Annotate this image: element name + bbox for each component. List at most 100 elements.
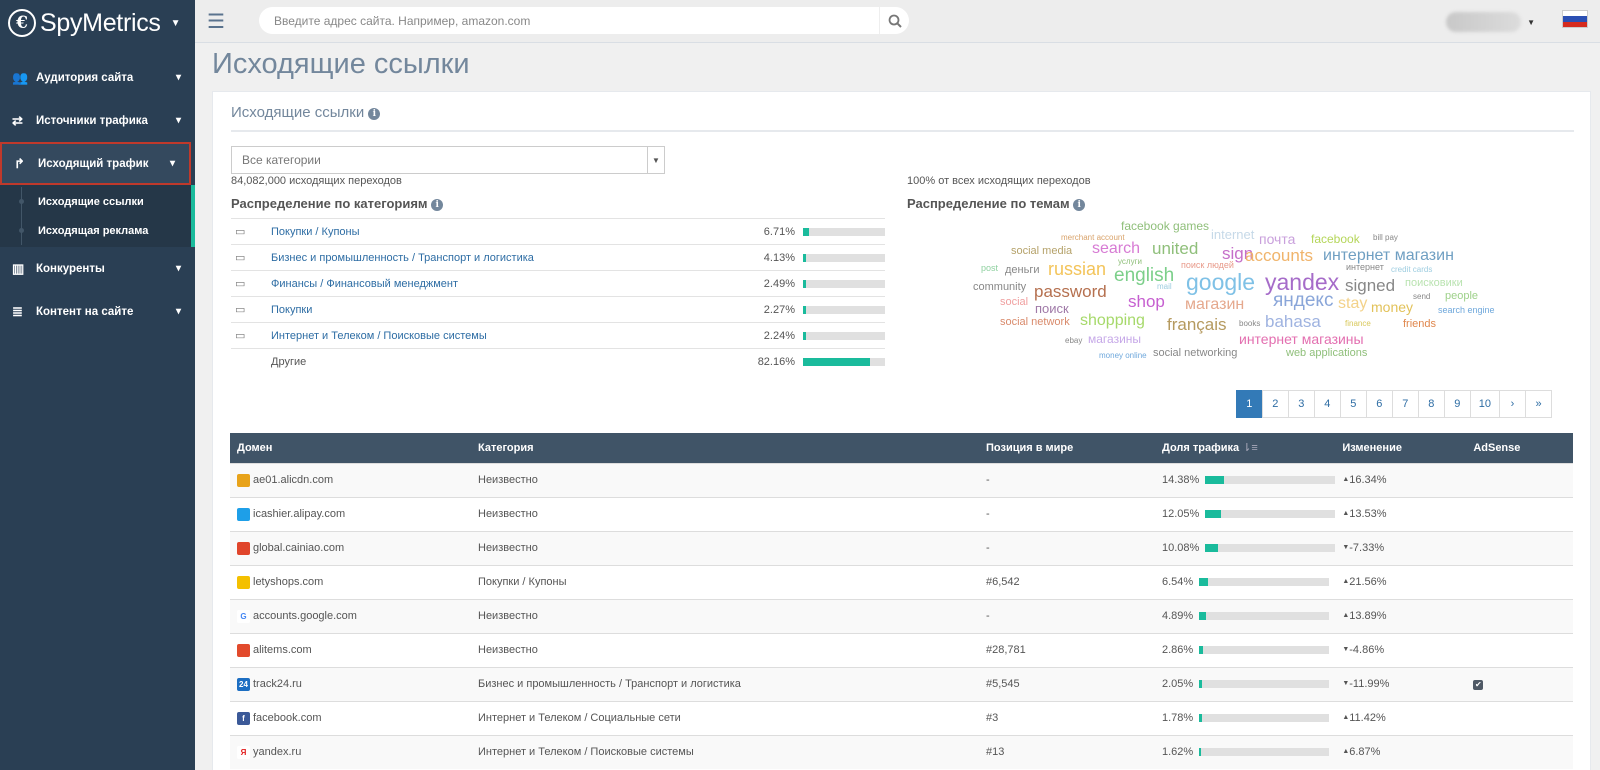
favicon-icon xyxy=(237,541,250,555)
category-bar-fill xyxy=(803,305,807,314)
page-button[interactable]: 9 xyxy=(1443,390,1471,418)
page-button[interactable]: 7 xyxy=(1391,390,1419,418)
word-cloud-term: mail xyxy=(1157,282,1172,291)
outgoing-links-table: Домен Категория Позиция в мире Доля траф… xyxy=(230,433,1573,769)
outgoing-share: 100% от всех исходящих переходов xyxy=(907,175,1091,187)
page-button[interactable]: 4 xyxy=(1313,390,1341,418)
menu-icon[interactable]: ☰ xyxy=(207,9,227,34)
sidebar-item-traffic-sources[interactable]: ⇄ Источники трафика ▾ xyxy=(0,99,195,142)
share-bar-fill xyxy=(1199,714,1202,722)
domain-link[interactable]: yandex.ru xyxy=(253,746,301,758)
info-icon[interactable]: i xyxy=(431,199,444,211)
sidebar-item-competitors[interactable]: ▥ Конкуренты ▾ xyxy=(0,247,195,290)
favicon-letter: G xyxy=(240,611,247,621)
word-cloud-term: shop xyxy=(1128,292,1165,311)
change-value: 13.53% xyxy=(1349,508,1387,520)
rank-cell: - xyxy=(979,598,1155,633)
chevron-down-icon[interactable]: ▼ xyxy=(171,18,181,29)
category-cell: Покупки / Купоны xyxy=(471,564,979,599)
search-input[interactable] xyxy=(274,13,879,28)
page-button[interactable]: 3 xyxy=(1287,390,1315,418)
category-link[interactable]: Бизнес и промышленность / Транспорт и ло… xyxy=(271,252,534,264)
word-cloud-term: интернет магазин xyxy=(1323,247,1454,264)
topic-word-cloud: facebook games internet почта facebook bill … xyxy=(953,220,1495,370)
domain-link[interactable]: track24.ru xyxy=(253,678,302,690)
panel-title: Исходящие ссылки xyxy=(231,104,365,121)
page-button[interactable]: » xyxy=(1525,390,1552,418)
word-cloud-term: password xyxy=(1034,282,1107,301)
page-button[interactable]: 1 xyxy=(1235,390,1263,418)
user-menu[interactable]: ▼ xyxy=(1446,12,1535,32)
sidebar: € SpyMetrics ▼ 👥 Аудитория сайта ▾ ⇄ Ист… xyxy=(0,0,195,770)
category-link[interactable]: Финансы / Финансовый менеджмент xyxy=(271,278,458,290)
domain-link[interactable]: ae01.alicdn.com xyxy=(253,474,333,486)
logo[interactable]: € SpyMetrics ▼ xyxy=(0,0,195,46)
share-bar xyxy=(1199,714,1330,722)
col-adsense[interactable]: AdSense xyxy=(1466,433,1573,463)
favicon-icon xyxy=(237,575,250,589)
calendar-icon: ▭ xyxy=(231,218,271,245)
word-cloud-term: яндекс xyxy=(1273,290,1334,311)
page-button[interactable]: 10 xyxy=(1469,390,1500,418)
table-row: global.cainiao.com Неизвестно -10.08% ▼-7.3… xyxy=(230,530,1573,565)
word-cloud-term: finance xyxy=(1345,319,1371,328)
col-share[interactable]: Доля трафика ⇂≡ xyxy=(1155,433,1336,463)
domain-link[interactable]: facebook.com xyxy=(253,712,321,724)
page-button[interactable]: 2 xyxy=(1261,390,1289,418)
category-section-title: Распределение по категориям i xyxy=(231,196,444,211)
share-value: 12.05% xyxy=(1162,508,1200,520)
word-cloud-term: search engine xyxy=(1438,305,1495,315)
category-cell: Неизвестно xyxy=(471,530,979,565)
share-bar-fill xyxy=(1205,544,1219,552)
calendar-icon: ▭ xyxy=(231,322,271,349)
chevron-down-icon: ▾ xyxy=(175,306,181,317)
col-domain[interactable]: Домен xyxy=(230,433,471,463)
sidebar-item-content[interactable]: ≣ Контент на сайте ▾ xyxy=(0,290,195,333)
search-icon[interactable] xyxy=(879,7,909,34)
page-button[interactable]: 5 xyxy=(1339,390,1367,418)
page-button[interactable]: 6 xyxy=(1365,390,1393,418)
page-button[interactable]: › xyxy=(1499,390,1526,418)
page-button[interactable]: 8 xyxy=(1417,390,1445,418)
word-cloud-term: social networking xyxy=(1153,347,1238,359)
word-cloud-term: money xyxy=(1371,299,1414,315)
sidebar-subitem-outgoing-links[interactable]: Исходящие ссылки xyxy=(0,187,191,216)
domain-link[interactable]: alitems.com xyxy=(253,644,312,656)
calendar-icon: ▭ xyxy=(231,296,271,323)
sidebar-item-audience[interactable]: 👥 Аудитория сайта ▾ xyxy=(0,56,195,99)
share-bar-fill xyxy=(1199,612,1206,620)
domain-link[interactable]: icashier.alipay.com xyxy=(253,508,345,520)
col-category[interactable]: Категория xyxy=(471,433,979,463)
sidebar-item-outgoing-traffic[interactable]: ↱ Исходящий трафик ▾ xyxy=(0,142,191,185)
share-bar-fill xyxy=(1199,680,1202,688)
info-icon[interactable]: i xyxy=(368,108,381,120)
table-row: letyshops.com Покупки / Купоны #6,542 6.54%… xyxy=(230,564,1573,599)
favicon-letter: f xyxy=(242,713,245,723)
sidebar-item-label: Контент на сайте xyxy=(36,305,134,318)
word-cloud-term: community xyxy=(973,281,1027,293)
category-link[interactable]: Покупки xyxy=(271,304,312,316)
category-select[interactable]: Все категории ▼ xyxy=(231,146,665,174)
category-link[interactable]: Интернет и Телеком / Поисковые системы xyxy=(271,330,487,342)
category-link[interactable]: Покупки / Купоны xyxy=(271,226,360,238)
col-rank[interactable]: Позиция в мире xyxy=(979,433,1155,463)
sidebar-subitem-outgoing-ads[interactable]: Исходящая реклама xyxy=(0,216,191,245)
domain-link[interactable]: accounts.google.com xyxy=(253,610,357,622)
category-bar xyxy=(803,305,885,314)
table-header-row: Домен Категория Позиция в мире Доля траф… xyxy=(230,433,1573,463)
pagination: 1 2 3 4 5 6 7 8 9 10 ›» xyxy=(1235,390,1552,418)
info-icon[interactable]: i xyxy=(1073,199,1086,211)
domain-link[interactable]: letyshops.com xyxy=(253,576,323,588)
change-value: 21.56% xyxy=(1349,576,1387,588)
sidebar-item-label: Конкуренты xyxy=(36,262,105,275)
language-flag-icon[interactable] xyxy=(1562,10,1588,28)
col-change[interactable]: Изменение xyxy=(1335,433,1467,463)
category-label: Другие xyxy=(271,355,307,368)
change-value: 16.34% xyxy=(1349,474,1387,486)
share-bar xyxy=(1199,612,1330,620)
word-cloud-term: facebook xyxy=(1311,232,1360,246)
category-cell: Бизнес и промышленность / Транспорт и ло… xyxy=(471,666,979,701)
domain-link[interactable]: global.cainiao.com xyxy=(253,542,344,554)
share-bar xyxy=(1205,476,1336,484)
category-cell: Неизвестно xyxy=(471,632,979,667)
